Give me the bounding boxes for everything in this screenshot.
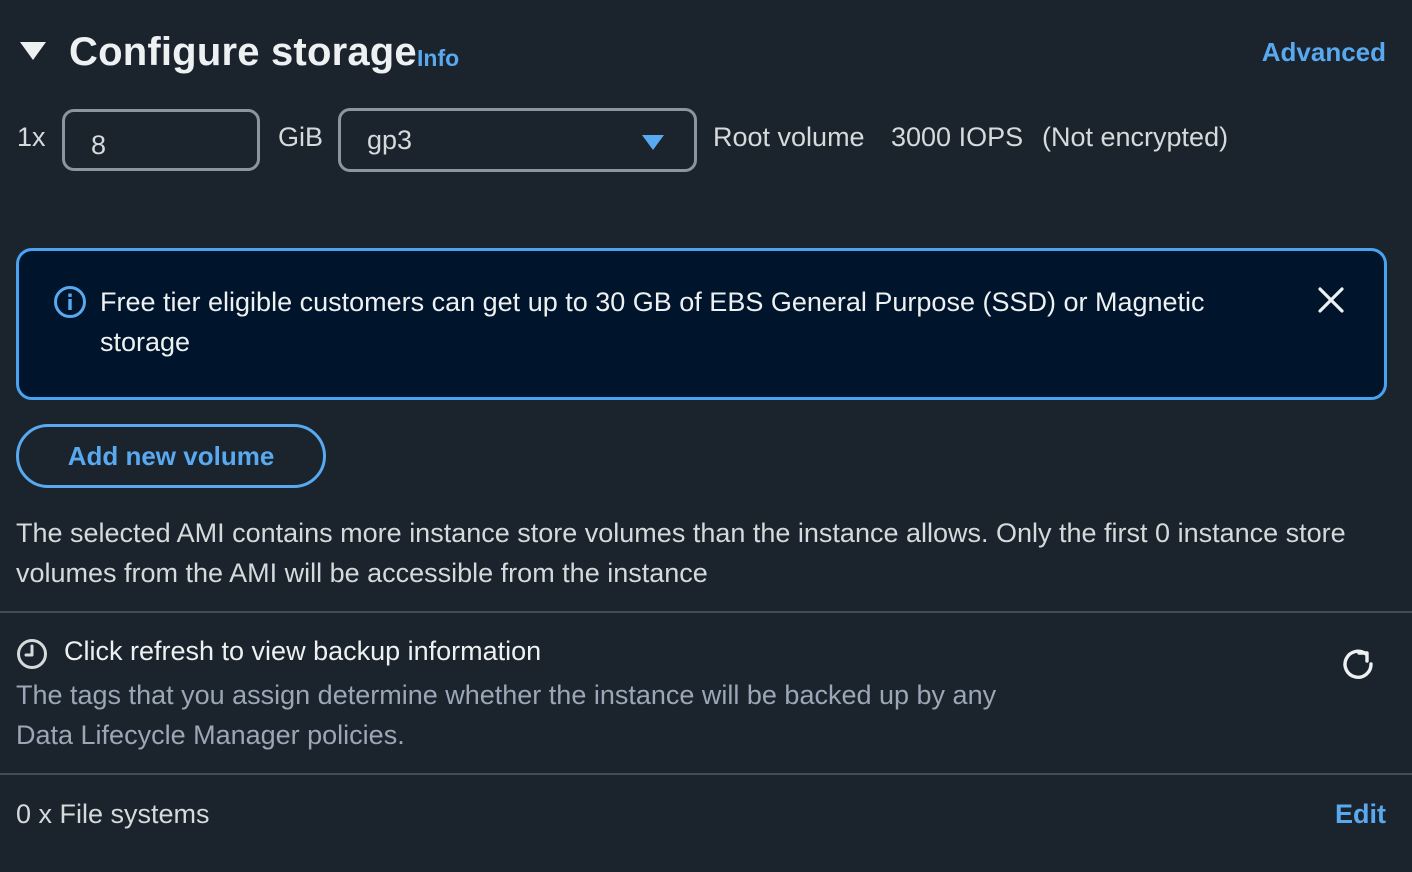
- info-circle-icon: [53, 285, 87, 319]
- backup-description: The tags that you assign determine wheth…: [16, 680, 997, 750]
- refresh-icon[interactable]: [1339, 645, 1379, 685]
- encryption-status: (Not encrypted): [1042, 122, 1229, 152]
- volume-count-label: 1x: [17, 122, 46, 152]
- advanced-link[interactable]: Advanced: [1262, 37, 1386, 68]
- divider: [0, 773, 1412, 775]
- add-new-volume-button[interactable]: Add new volume: [16, 424, 326, 488]
- volume-type-select[interactable]: gp3: [338, 108, 697, 172]
- close-icon[interactable]: [1316, 285, 1346, 315]
- caret-down-icon: [642, 135, 664, 150]
- root-volume-label: Root volume: [713, 122, 865, 152]
- volume-size-input[interactable]: [62, 109, 260, 171]
- file-systems-label: 0 x File systems: [16, 799, 210, 829]
- info-link[interactable]: Info: [417, 45, 459, 72]
- divider: [0, 611, 1412, 613]
- instance-store-warning: The selected AMI contains more instance …: [16, 518, 1346, 588]
- edit-file-systems-link[interactable]: Edit: [1335, 799, 1386, 830]
- section-title: Configure storage: [69, 30, 417, 74]
- free-tier-alert: Free tier eligible customers can get up …: [16, 248, 1387, 400]
- clock-icon: [16, 638, 48, 670]
- collapse-triangle-icon[interactable]: [18, 38, 48, 68]
- volume-unit-label: GiB: [278, 122, 324, 152]
- configure-storage-panel: Configure storage Info Advanced 1x GiB g…: [0, 0, 1412, 872]
- iops-label: 3000 IOPS: [891, 122, 1024, 152]
- volume-type-value: gp3: [367, 125, 413, 155]
- alert-message: Free tier eligible customers can get up …: [100, 287, 1205, 357]
- backup-title: Click refresh to view backup information: [64, 636, 542, 666]
